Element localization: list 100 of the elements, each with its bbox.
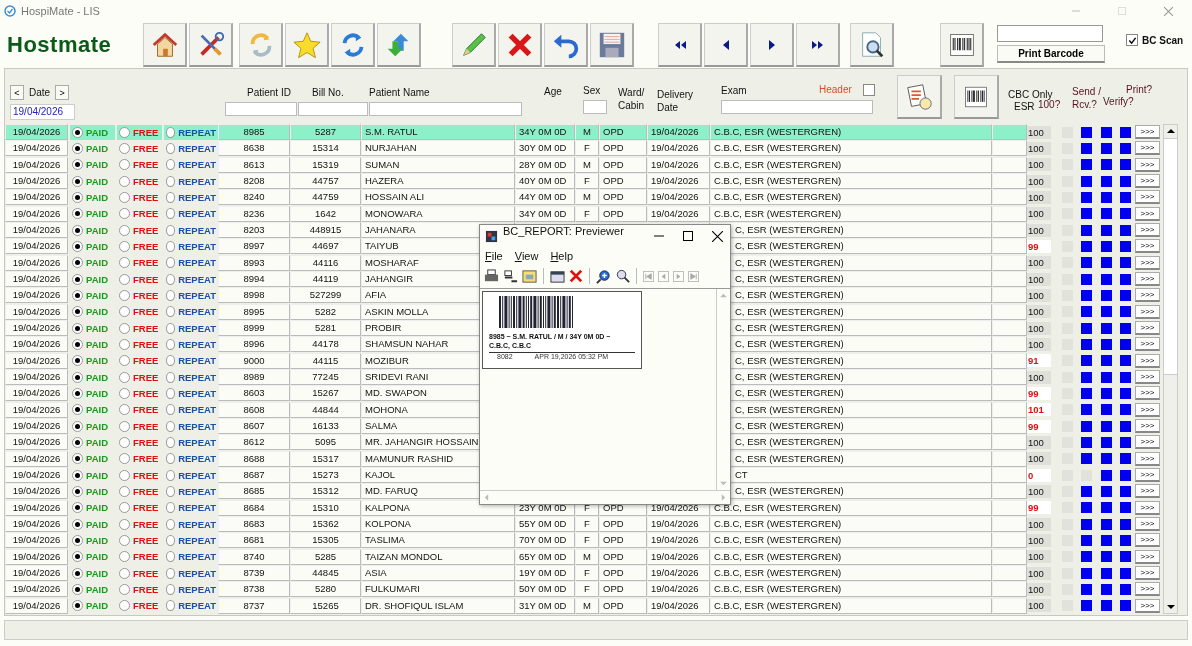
scroll-up-icon[interactable]: [1166, 128, 1175, 134]
payment-radio[interactable]: [119, 583, 130, 595]
payment-radio[interactable]: [72, 469, 83, 481]
payment-radio[interactable]: [72, 420, 83, 432]
payment-radio[interactable]: [119, 453, 130, 465]
payment-radio[interactable]: [119, 502, 130, 514]
payment-radio[interactable]: [72, 306, 83, 318]
payment-radio[interactable]: [72, 502, 83, 514]
payment-radio[interactable]: [72, 387, 83, 399]
zoom-in-icon[interactable]: [596, 268, 611, 284]
details-button[interactable]: >>>: [1135, 419, 1160, 434]
payment-radio[interactable]: [72, 208, 83, 220]
barcode-icon[interactable]: [954, 75, 999, 119]
payment-radio[interactable]: [72, 257, 83, 269]
payment-radio[interactable]: [166, 387, 176, 399]
payment-radio[interactable]: [166, 485, 176, 497]
payment-radio[interactable]: [72, 355, 83, 367]
payment-radio[interactable]: [119, 600, 130, 612]
payment-radio[interactable]: [119, 322, 130, 334]
payment-radio[interactable]: [72, 518, 83, 530]
payment-radio[interactable]: [72, 567, 83, 579]
bill-no-filter[interactable]: [298, 102, 368, 116]
payment-radio[interactable]: [119, 371, 130, 383]
barcode-icon[interactable]: [940, 23, 984, 67]
save-icon[interactable]: [590, 23, 634, 67]
payment-radio[interactable]: [72, 126, 83, 138]
arrows-icon[interactable]: [377, 23, 421, 67]
payment-radio[interactable]: [166, 469, 176, 481]
payment-radio[interactable]: [166, 191, 176, 203]
search-icon[interactable]: [850, 23, 894, 67]
details-button[interactable]: >>>: [1135, 566, 1160, 580]
payment-radio[interactable]: [72, 371, 83, 383]
payment-radio[interactable]: [166, 126, 176, 138]
payment-radio[interactable]: [166, 518, 176, 530]
sync-icon[interactable]: [331, 23, 375, 67]
details-button[interactable]: >>>: [1135, 386, 1160, 401]
details-button[interactable]: >>>: [1135, 223, 1160, 238]
exam-filter[interactable]: [721, 100, 873, 114]
payment-radio[interactable]: [72, 453, 83, 465]
payment-radio[interactable]: [166, 436, 176, 448]
details-button[interactable]: >>>: [1135, 435, 1160, 450]
report-icon[interactable]: [897, 75, 942, 119]
payment-radio[interactable]: [166, 404, 176, 416]
bc-scan-checkbox[interactable]: [1126, 34, 1138, 46]
details-button[interactable]: >>>: [1135, 468, 1160, 483]
payment-radio[interactable]: [72, 273, 83, 285]
payment-radio[interactable]: [166, 338, 176, 350]
refresh-icon[interactable]: [239, 23, 283, 67]
maximize-icon[interactable]: [683, 231, 693, 241]
next-date-button[interactable]: >: [55, 85, 70, 100]
print-barcode-button[interactable]: Print Barcode: [997, 45, 1105, 63]
sex-filter[interactable]: [583, 100, 607, 114]
scroll-right-icon[interactable]: [721, 494, 726, 501]
payment-radio[interactable]: [166, 322, 176, 334]
menu-item[interactable]: View: [514, 250, 539, 262]
last-icon[interactable]: [796, 23, 840, 67]
payment-radio[interactable]: [72, 404, 83, 416]
payment-radio[interactable]: [166, 240, 176, 252]
details-button[interactable]: >>>: [1135, 484, 1160, 499]
payment-radio[interactable]: [119, 208, 130, 220]
vertical-scrollbar[interactable]: [1163, 124, 1178, 614]
details-button[interactable]: >>>: [1135, 402, 1160, 417]
page-setup-icon[interactable]: [550, 268, 565, 284]
payment-radio[interactable]: [166, 224, 176, 236]
payment-radio[interactable]: [119, 273, 130, 285]
details-button[interactable]: >>>: [1135, 141, 1160, 156]
payment-radio[interactable]: [119, 567, 130, 579]
payment-radio[interactable]: [166, 502, 176, 514]
payment-radio[interactable]: [119, 224, 130, 236]
details-button[interactable]: >>>: [1135, 533, 1160, 548]
payment-radio[interactable]: [72, 338, 83, 350]
details-button[interactable]: >>>: [1135, 190, 1160, 205]
menu-item[interactable]: Help: [550, 250, 574, 262]
scroll-down-icon[interactable]: [1166, 604, 1175, 610]
payment-radio[interactable]: [119, 436, 130, 448]
payment-radio[interactable]: [119, 420, 130, 432]
payment-radio[interactable]: [166, 567, 176, 579]
payment-radio[interactable]: [72, 143, 83, 154]
payment-radio[interactable]: [166, 600, 176, 612]
payment-radio[interactable]: [166, 143, 176, 154]
details-button[interactable]: >>>: [1135, 255, 1160, 270]
payment-radio[interactable]: [119, 175, 130, 187]
payment-radio[interactable]: [119, 404, 130, 416]
payment-radio[interactable]: [72, 240, 83, 252]
payment-radio[interactable]: [166, 273, 176, 285]
payment-radio[interactable]: [119, 387, 130, 399]
details-button[interactable]: >>>: [1135, 157, 1160, 172]
details-button[interactable]: >>>: [1135, 174, 1160, 189]
details-button[interactable]: >>>: [1135, 239, 1160, 254]
payment-radio[interactable]: [119, 143, 130, 154]
date-field[interactable]: 19/04/2026: [10, 104, 75, 120]
zoom-out-icon[interactable]: [615, 268, 630, 284]
details-button[interactable]: >>>: [1135, 321, 1160, 336]
payment-radio[interactable]: [119, 306, 130, 318]
payment-radio[interactable]: [119, 534, 130, 546]
pencil-icon[interactable]: [452, 23, 496, 67]
payment-radio[interactable]: [166, 453, 176, 465]
payment-radio[interactable]: [72, 224, 83, 236]
payment-radio[interactable]: [119, 126, 130, 138]
payment-radio[interactable]: [72, 322, 83, 334]
